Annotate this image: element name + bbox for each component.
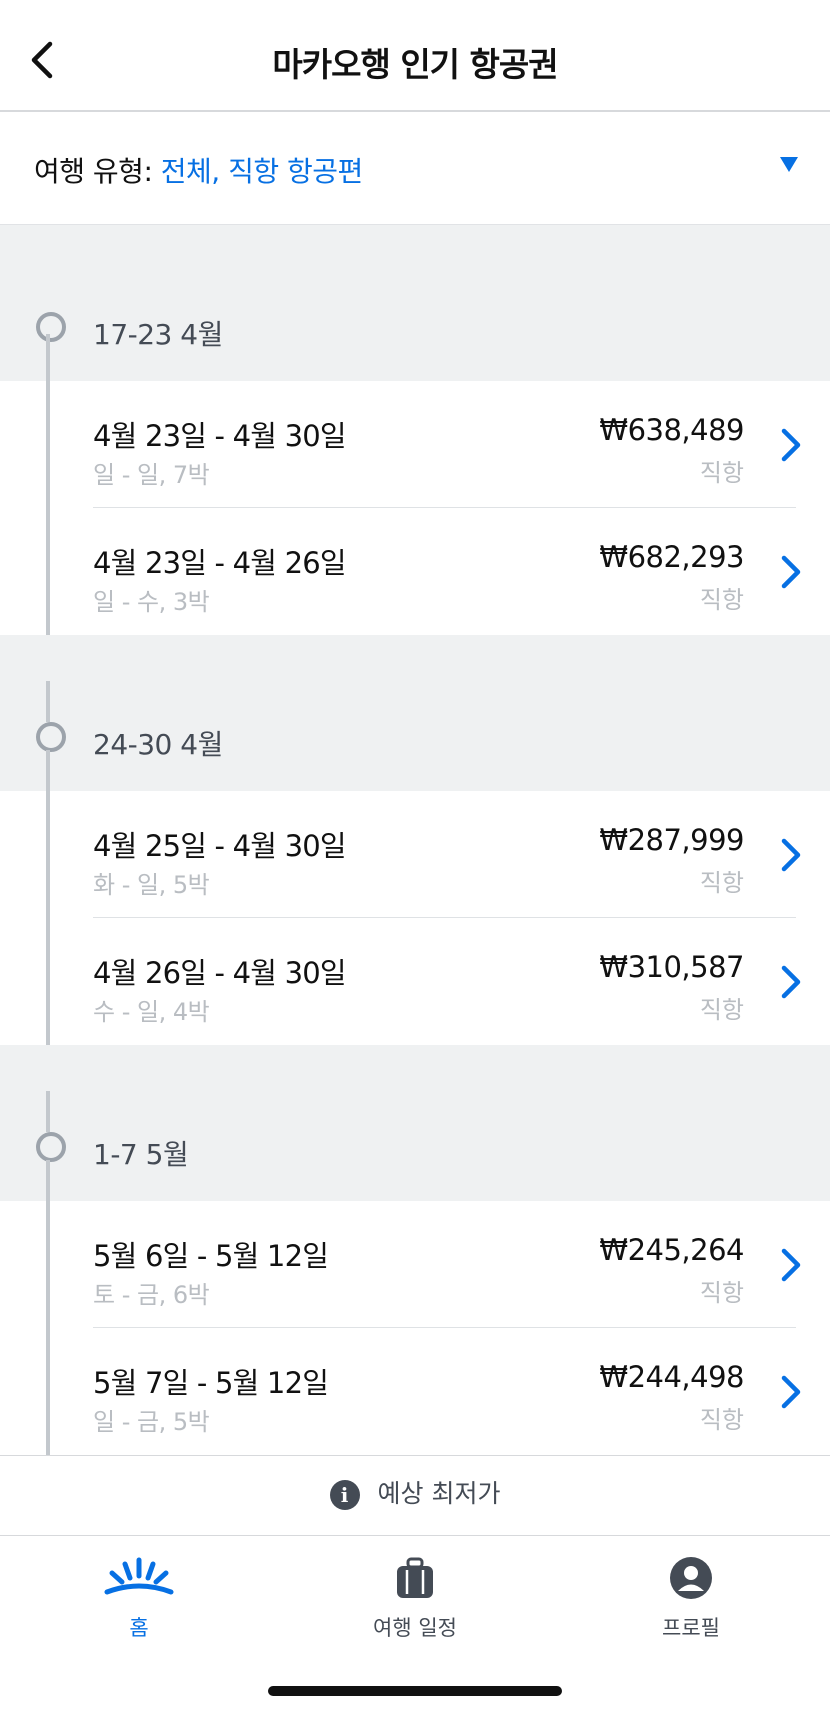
- info-row: i 예상 최저가: [0, 1474, 830, 1510]
- trip-dates: 5월 6일 - 5월 12일: [93, 1239, 329, 1273]
- trip-type-filter[interactable]: 여행 유형: 전체, 직항 항공편: [0, 112, 830, 225]
- trip-list: 5월 6일 - 5월 12일 토 - 금, 6박 ₩245,264 직항 5월 …: [0, 1201, 830, 1455]
- chevron-right-icon: [781, 428, 801, 462]
- week-header: 24-30 4월: [0, 635, 830, 791]
- week-header: 1-7 5월: [0, 1045, 830, 1201]
- timeline-line: [46, 1091, 50, 1132]
- trip-row[interactable]: 5월 7일 - 5월 12일 일 - 금, 5박 ₩244,498 직항: [0, 1328, 830, 1455]
- timeline-node-icon: [36, 312, 66, 342]
- chevron-right-icon: [781, 555, 801, 589]
- trip-row[interactable]: 4월 23일 - 4월 30일 일 - 일, 7박 ₩638,489 직항: [0, 381, 830, 508]
- flight-type: 직항: [699, 1406, 744, 1434]
- flight-type: 직항: [699, 459, 744, 487]
- trip-days: 일 - 일, 7박: [93, 461, 210, 489]
- week-group: 17-23 4월 4월 23일 - 4월 30일 일 - 일, 7박 ₩638,…: [0, 225, 830, 635]
- trip-row[interactable]: 4월 23일 - 4월 26일 일 - 수, 3박 ₩682,293 직항: [0, 508, 830, 635]
- timeline-line: [46, 1201, 50, 1328]
- flight-type: 직항: [699, 869, 744, 897]
- flight-type: 직항: [699, 586, 744, 614]
- trip-dates: 4월 26일 - 4월 30일: [93, 956, 347, 990]
- week-label: 17-23 4월: [93, 318, 223, 351]
- profile-icon: [670, 1557, 712, 1599]
- info-icon: i: [329, 1480, 360, 1510]
- week-label: 1-7 5월: [93, 1138, 189, 1171]
- trip-price: ₩245,264: [599, 1233, 744, 1267]
- trip-row[interactable]: 5월 6일 - 5월 12일 토 - 금, 6박 ₩245,264 직항: [0, 1201, 830, 1328]
- trip-days: 수 - 일, 4박: [93, 998, 210, 1026]
- timeline-line: [46, 508, 50, 635]
- timeline-node-icon: [36, 1132, 66, 1162]
- trip-price: ₩310,587: [599, 950, 744, 984]
- chevron-right-icon: [781, 965, 801, 999]
- trip-days: 일 - 금, 5박: [93, 1408, 210, 1436]
- week-group: 1-7 5월 5월 6일 - 5월 12일 토 - 금, 6박 ₩245,264…: [0, 1045, 830, 1455]
- tab-label: 프로필: [662, 1616, 720, 1640]
- timeline-line: [46, 918, 50, 1045]
- timeline-line: [46, 1160, 50, 1201]
- chevron-right-icon: [781, 1248, 801, 1282]
- trip-dates: 4월 23일 - 4월 26일: [93, 546, 347, 580]
- week-header: 17-23 4월: [0, 225, 830, 381]
- timeline-line: [46, 1328, 50, 1455]
- filter-text: 여행 유형: 전체, 직항 항공편: [34, 150, 363, 190]
- bottom-tab-bar: 홈 여행 일정 프로필: [0, 1535, 830, 1713]
- week-group: 24-30 4월 4월 25일 - 4월 30일 화 - 일, 5박 ₩287,…: [0, 635, 830, 1045]
- trip-row[interactable]: 4월 26일 - 4월 30일 수 - 일, 4박 ₩310,587 직항: [0, 918, 830, 1045]
- tab-profile[interactable]: 프로필: [591, 1556, 791, 1642]
- timeline-line: [46, 791, 50, 918]
- timeline-node-icon: [36, 722, 66, 752]
- trip-list: 4월 25일 - 4월 30일 화 - 일, 5박 ₩287,999 직항 4월…: [0, 791, 830, 1045]
- tab-label: 여행 일정: [373, 1616, 457, 1640]
- week-label: 24-30 4월: [93, 728, 223, 761]
- chevron-right-icon: [781, 838, 801, 872]
- trip-days: 토 - 금, 6박: [93, 1281, 210, 1309]
- filter-label: 여행 유형:: [34, 155, 161, 188]
- trip-row[interactable]: 4월 25일 - 4월 30일 화 - 일, 5박 ₩287,999 직항: [0, 791, 830, 918]
- price-calendar-list: 17-23 4월 4월 23일 - 4월 30일 일 - 일, 7박 ₩638,…: [0, 225, 830, 1455]
- trip-dates: 5월 7일 - 5월 12일: [93, 1366, 329, 1400]
- trip-days: 화 - 일, 5박: [93, 871, 210, 899]
- home-sunrise-icon: [104, 1557, 174, 1595]
- trip-dates: 4월 23일 - 4월 30일: [93, 419, 347, 453]
- filter-value: 전체, 직항 항공편: [160, 155, 364, 188]
- timeline-line: [46, 681, 50, 722]
- page-title: 마카오행 인기 항공권: [272, 45, 558, 84]
- chevron-right-icon: [781, 1375, 801, 1409]
- luggage-icon: [397, 1557, 433, 1598]
- tab-trips[interactable]: 여행 일정: [315, 1556, 515, 1642]
- info-text: 예상 최저가: [377, 1479, 501, 1508]
- trip-price: ₩244,498: [599, 1360, 744, 1394]
- timeline-line: [46, 750, 50, 791]
- home-indicator: [268, 1686, 562, 1696]
- dropdown-arrow-icon: [780, 157, 798, 172]
- flight-type: 직항: [699, 1279, 744, 1307]
- trip-price: ₩682,293: [599, 540, 744, 574]
- tab-label: 홈: [129, 1616, 149, 1640]
- timeline-line: [46, 381, 50, 508]
- trip-price: ₩287,999: [599, 823, 744, 857]
- trip-days: 일 - 수, 3박: [93, 588, 210, 616]
- estimated-price-info[interactable]: i 예상 최저가: [0, 1455, 830, 1536]
- trip-price: ₩638,489: [599, 413, 744, 447]
- trip-list: 4월 23일 - 4월 30일 일 - 일, 7박 ₩638,489 직항 4월…: [0, 381, 830, 635]
- tab-home[interactable]: 홈: [39, 1556, 239, 1642]
- header: 마카오행 인기 항공권: [0, 0, 830, 112]
- flight-type: 직항: [699, 996, 744, 1024]
- trip-dates: 4월 25일 - 4월 30일: [93, 829, 347, 863]
